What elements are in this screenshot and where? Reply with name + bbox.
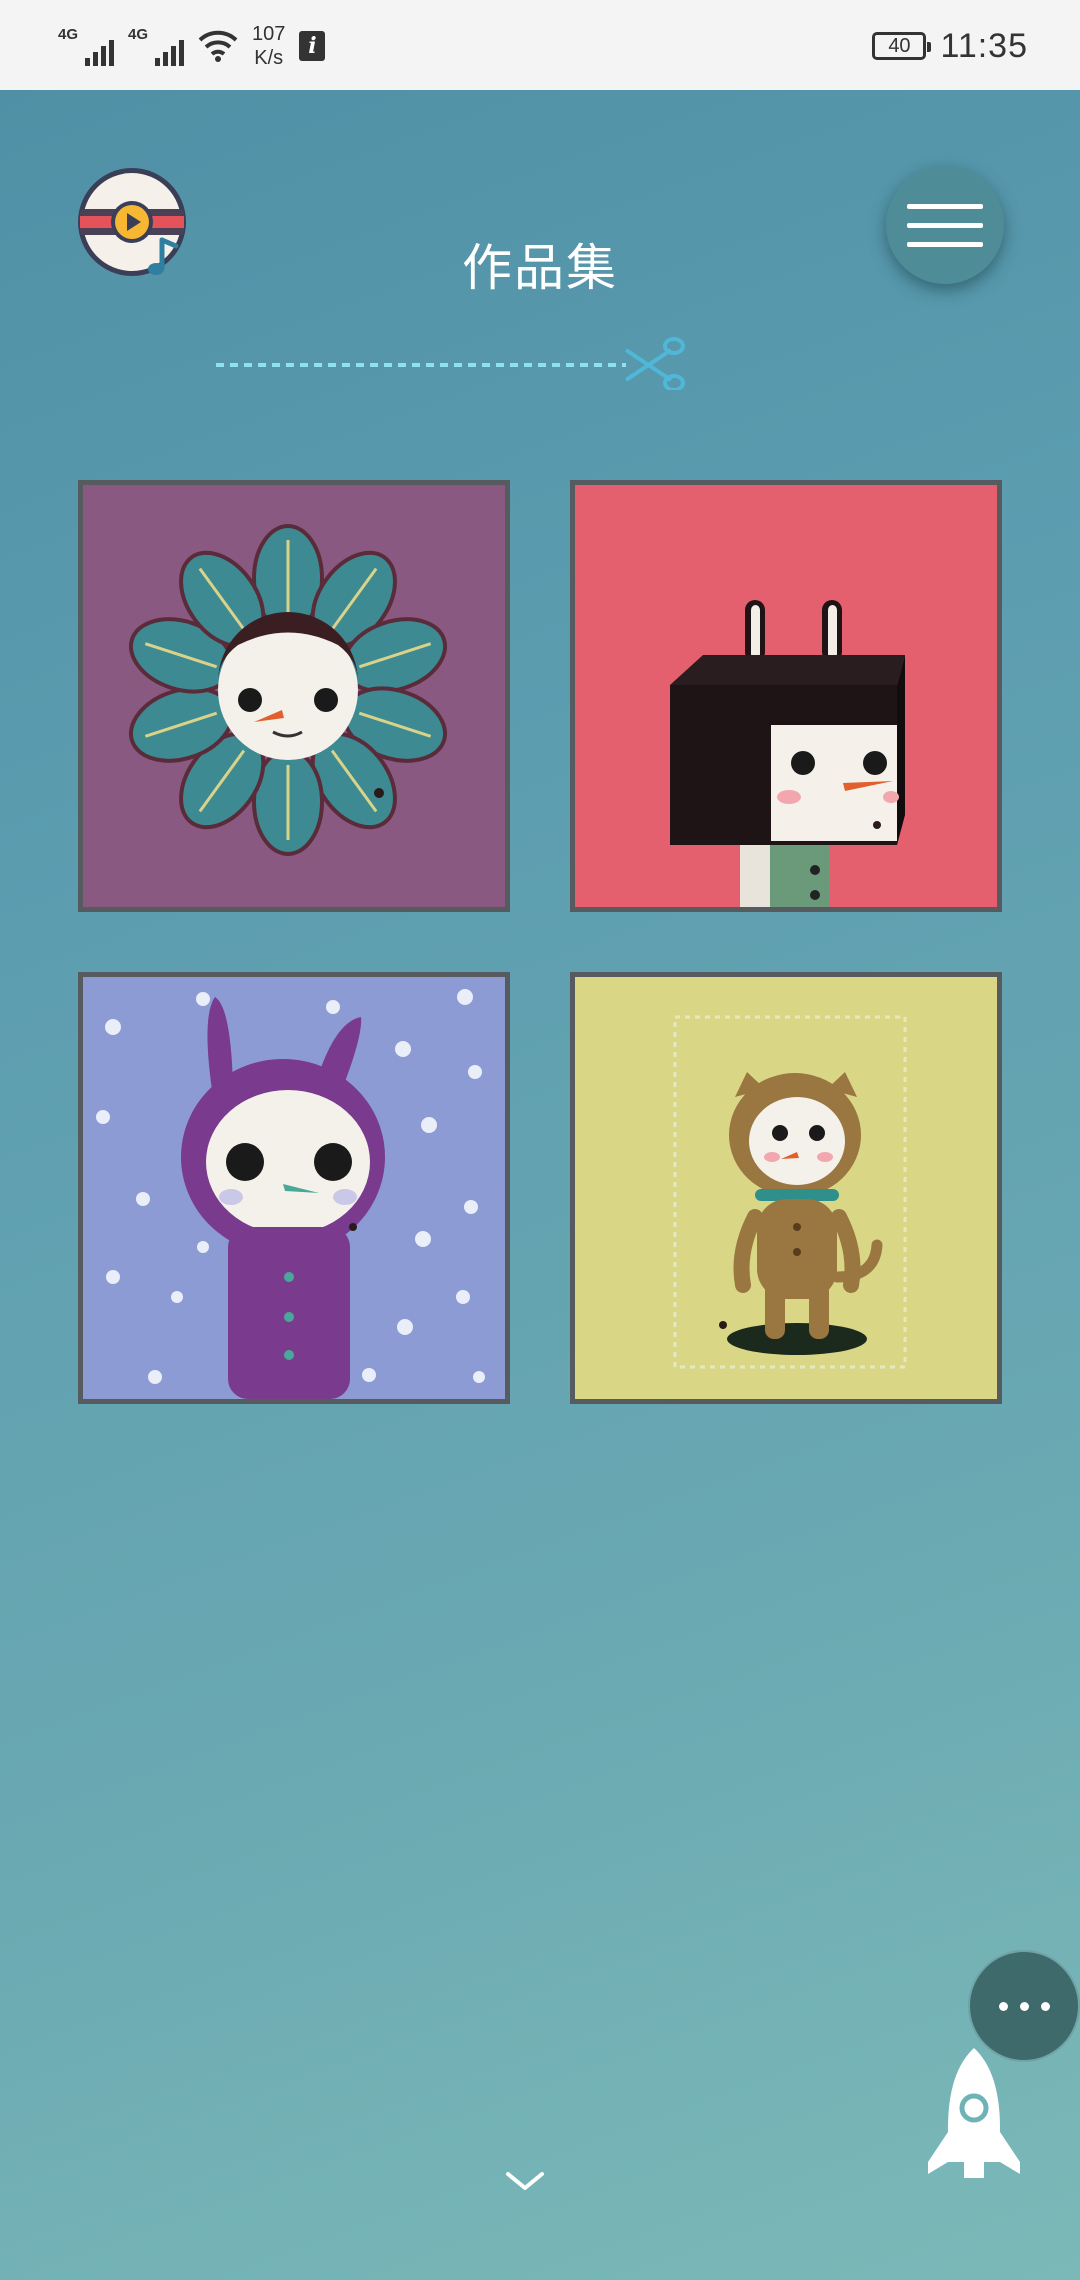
cellular-signal-1-icon: 4G: [58, 24, 114, 68]
scissors-icon: [624, 337, 685, 390]
battery-icon: 40: [872, 32, 932, 60]
box-bunny-artwork: [575, 485, 997, 907]
cellular-signal-2-icon: 4G: [128, 24, 184, 68]
network-type-label: 4G: [128, 26, 149, 43]
chevron-down-icon[interactable]: [500, 2166, 550, 2196]
status-bar-left: 4G 4G 107 K/s i: [58, 18, 326, 74]
gallery-item-box-bunny[interactable]: [570, 480, 1002, 912]
network-speed: 107 K/s: [252, 22, 285, 70]
gallery-item-purple-bunny[interactable]: [78, 972, 510, 1404]
gallery-item-brown-cat[interactable]: [570, 972, 1002, 1404]
gallery-item-flower-snowman[interactable]: [78, 480, 510, 912]
purple-bunny-artwork: [83, 977, 505, 1399]
app-screen: 4G 4G 107 K/s i 40 11:35 作品集: [0, 0, 1080, 2280]
status-bar-right: 40 11:35: [872, 22, 1028, 70]
network-speed-unit: K/s: [254, 47, 284, 69]
battery-level: 40: [888, 34, 911, 57]
hamburger-menu-icon[interactable]: [886, 166, 1004, 284]
clock: 11:35: [940, 26, 1028, 65]
scissors-divider: [216, 337, 685, 390]
wifi-icon: [198, 30, 238, 62]
network-type-label: 4G: [58, 26, 79, 43]
rocket-icon[interactable]: [920, 2044, 1028, 2188]
info-icon: i: [299, 31, 326, 61]
flower-snowman-artwork: [83, 485, 505, 907]
status-bar: 4G 4G 107 K/s i 40 11:35: [0, 0, 1080, 90]
brown-cat-artwork: [575, 977, 997, 1399]
network-speed-value: 107: [252, 23, 286, 45]
